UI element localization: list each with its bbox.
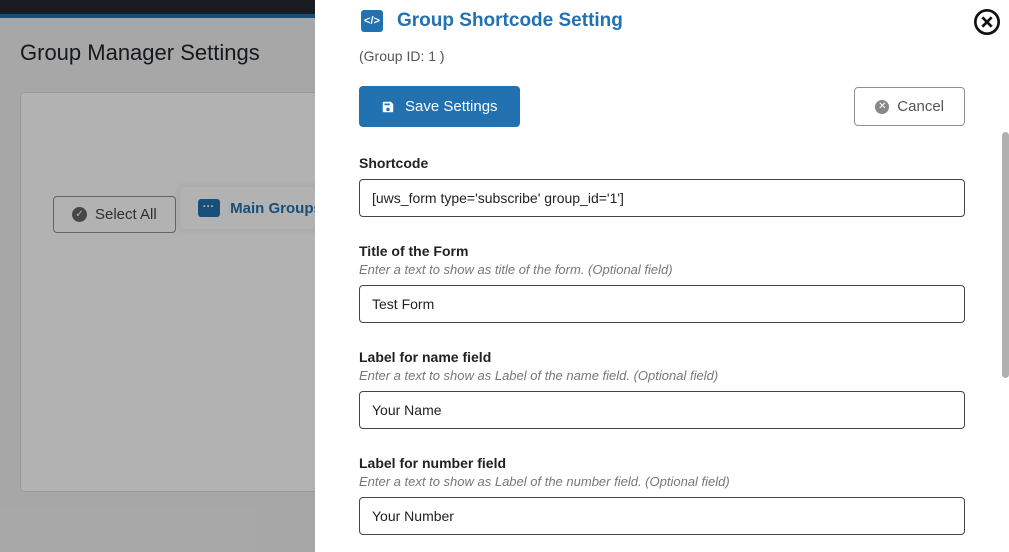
panel-header: </> Group Shortcode Setting (359, 0, 965, 32)
field-hint: Enter a text to show as Label of the num… (359, 474, 965, 489)
name-label-input[interactable] (359, 391, 965, 429)
field-number-label: Label for number field Enter a text to s… (359, 455, 965, 535)
field-shortcode: Shortcode (359, 155, 965, 217)
field-title: Title of the Form Enter a text to show a… (359, 243, 965, 323)
form-area: Shortcode Title of the Form Enter a text… (359, 155, 965, 535)
field-label: Label for number field (359, 455, 965, 471)
cancel-icon: ✕ (875, 100, 889, 114)
cancel-button[interactable]: ✕ Cancel (854, 87, 965, 126)
panel-title: Group Shortcode Setting (397, 10, 623, 32)
action-row: Save Settings ✕ Cancel (359, 86, 965, 127)
cancel-label: Cancel (897, 98, 944, 115)
field-name-label: Label for name field Enter a text to sho… (359, 349, 965, 429)
field-label: Title of the Form (359, 243, 965, 259)
panel-scrollbar[interactable] (1002, 132, 1009, 378)
shortcode-input[interactable] (359, 179, 965, 217)
save-button[interactable]: Save Settings (359, 86, 520, 127)
number-label-input[interactable] (359, 497, 965, 535)
group-id-text: (Group ID: 1 ) (359, 48, 965, 64)
form-title-input[interactable] (359, 285, 965, 323)
field-hint: Enter a text to show as Label of the nam… (359, 368, 965, 383)
code-icon: </> (361, 10, 383, 32)
save-icon (381, 100, 395, 114)
field-hint: Enter a text to show as title of the for… (359, 262, 965, 277)
shortcode-setting-panel: </> Group Shortcode Setting (Group ID: 1… (315, 0, 1009, 552)
field-label: Shortcode (359, 155, 965, 171)
save-label: Save Settings (405, 98, 498, 115)
field-label: Label for name field (359, 349, 965, 365)
